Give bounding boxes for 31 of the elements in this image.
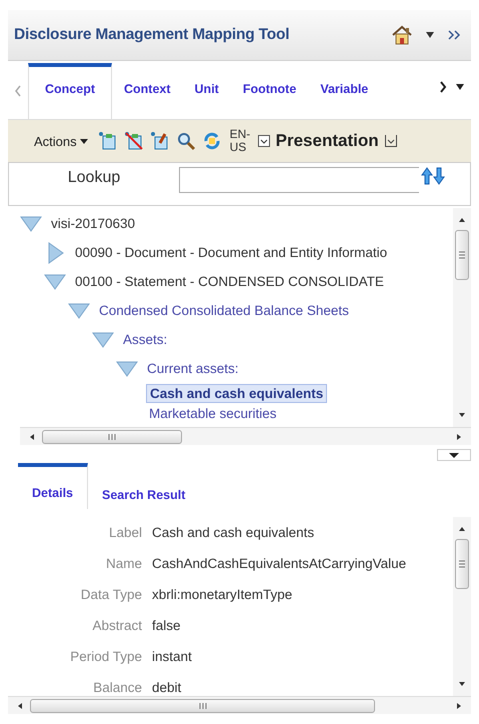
- tab[interactable]: Search Result: [88, 463, 200, 513]
- language-label: EN-US: [230, 128, 252, 154]
- tab[interactable]: Footnote: [230, 63, 308, 119]
- field-value: instant: [152, 649, 192, 664]
- tree-item[interactable]: Cash and cash equivalents: [146, 384, 328, 402]
- field-label: Data Type: [80, 587, 143, 602]
- field-label: Name: [104, 556, 143, 571]
- field-label: Label: [108, 525, 143, 540]
- tree-item[interactable]: Assets:: [120, 331, 170, 348]
- actions-menu[interactable]: Actions: [34, 134, 88, 148]
- field-value: Cash and cash equivalents: [152, 525, 314, 540]
- field-value: false: [152, 618, 181, 633]
- tree-item[interactable]: 00090 - Document - Document and Entity Informatio: [72, 244, 390, 261]
- tree-item[interactable]: Current assets:: [144, 360, 242, 377]
- lookup-label: Lookup: [66, 168, 122, 187]
- window-title: Disclosure Management Mapping Tool: [14, 26, 290, 44]
- field-value: CashAndCashEquivalentsAtCarryingValue: [152, 556, 406, 571]
- view-label: Presentation: [276, 131, 379, 151]
- field-value: xbrli:monetaryItemType: [152, 587, 292, 602]
- tab[interactable]: Context: [112, 63, 183, 119]
- tab[interactable]: Details: [18, 463, 88, 509]
- tab[interactable]: Variable: [308, 63, 380, 119]
- tree-item[interactable]: Marketable securities: [146, 404, 280, 422]
- field-label: Abstract: [91, 618, 143, 633]
- tree-item[interactable]: 00100 - Statement - CONDENSED CONSOLIDATE: [72, 273, 387, 290]
- tab[interactable]: Unit: [182, 63, 231, 119]
- field-label: Balance: [92, 680, 143, 695]
- tree-item[interactable]: Condensed Consolidated Balance Sheets: [96, 302, 352, 319]
- field-value: debit: [152, 680, 182, 695]
- tree-item[interactable]: visi-20170630: [48, 215, 138, 232]
- field-label: Period Type: [69, 649, 143, 664]
